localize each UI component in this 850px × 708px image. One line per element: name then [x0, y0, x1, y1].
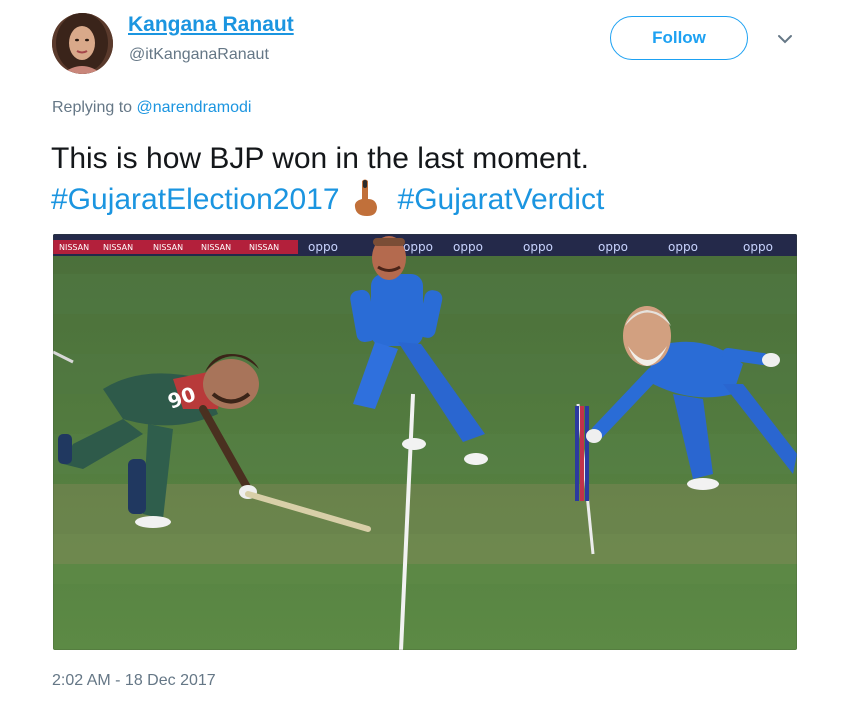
reply-mention-link[interactable]: @narendramodi: [137, 99, 252, 116]
tweet-text-line-1: This is how BJP won in the last moment.: [51, 142, 590, 175]
board-text: oppo: [453, 240, 483, 254]
board-text: NISSAN: [103, 243, 133, 252]
board-text: NISSAN: [249, 243, 279, 252]
reply-prefix: Replying to: [52, 99, 133, 116]
board-text: oppo: [523, 240, 553, 254]
board-text: NISSAN: [59, 243, 89, 252]
tweet-text: This is how BJP won in the last moment. …: [51, 138, 811, 220]
board-text: oppo: [743, 240, 773, 254]
cricket-run-out-photo: NISSAN NISSAN NISSAN NISSAN NISSAN oppo …: [53, 234, 797, 650]
board-text: oppo: [668, 240, 698, 254]
avatar[interactable]: [52, 13, 113, 74]
board-text: oppo: [403, 240, 433, 254]
tweet-text-line-2: #GujaratElection2017 #GujaratVerdict: [51, 179, 811, 220]
hashtag-link-gujarat-election-2017[interactable]: #GujaratElection2017: [51, 183, 340, 216]
tweet-timestamp[interactable]: 2:02 AM - 18 Dec 2017: [52, 672, 216, 690]
author-display-name[interactable]: Kangana Ranaut: [128, 13, 294, 37]
board-text: oppo: [308, 240, 338, 254]
board-text: NISSAN: [201, 243, 231, 252]
avatar-photo: [52, 13, 113, 74]
chevron-down-icon[interactable]: [774, 30, 796, 48]
tweet-media-photo[interactable]: NISSAN NISSAN NISSAN NISSAN NISSAN oppo …: [53, 234, 797, 650]
board-text: oppo: [598, 240, 628, 254]
hashtag-link-gujarat-verdict[interactable]: #GujaratVerdict: [398, 183, 605, 216]
reply-context: Replying to @narendramodi: [52, 99, 251, 117]
author-handle[interactable]: @itKanganaRanaut: [129, 46, 269, 64]
board-text: NISSAN: [153, 243, 183, 252]
follow-button[interactable]: Follow: [610, 16, 748, 60]
ink-finger-up-icon: [350, 177, 380, 217]
